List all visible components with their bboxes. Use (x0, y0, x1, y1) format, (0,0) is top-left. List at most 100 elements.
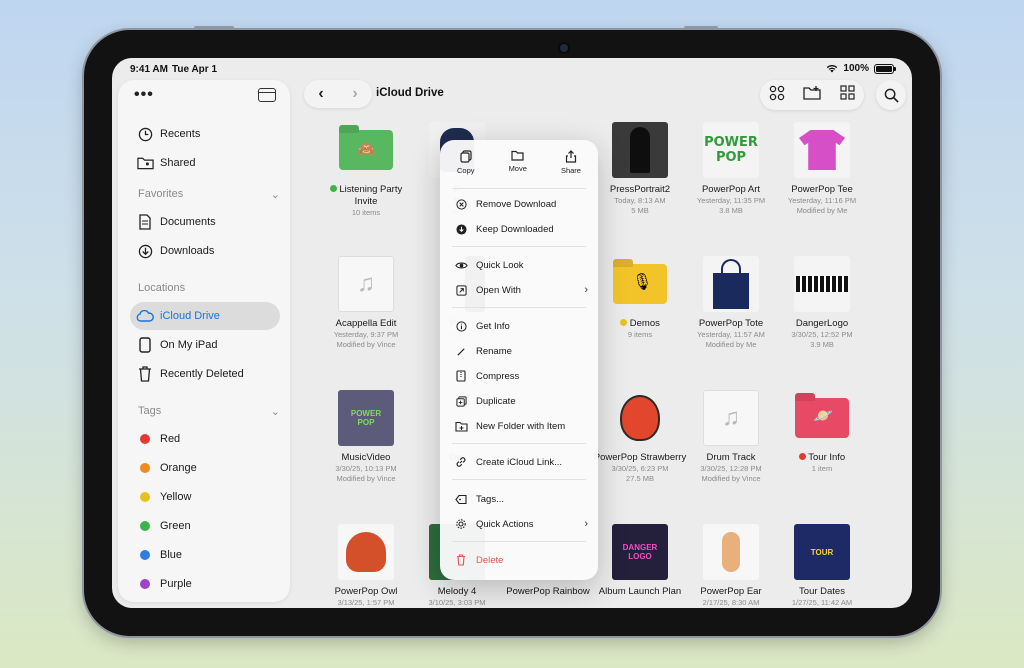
file-item[interactable]: 🎙 Demos 9 items (592, 256, 688, 340)
new-folder-icon[interactable] (803, 85, 822, 105)
file-item[interactable]: ♫ Drum Track 3/30/25, 12:28 PM Modified … (683, 390, 779, 484)
search-button[interactable] (876, 80, 906, 110)
owl-image (338, 524, 394, 580)
file-item[interactable]: ♫ Acappella Edit Yesterday, 9:37 PM Modi… (318, 256, 414, 350)
menu-item-quick-actions[interactable]: Quick Actions › (454, 514, 588, 534)
chevron-down-icon[interactable]: ⌄ (271, 405, 280, 418)
file-name: PowerPop Tee (791, 184, 853, 195)
eye-icon (454, 261, 468, 270)
sidebar-item-tag-red[interactable]: Red (130, 425, 280, 453)
file-item[interactable]: DANGER LOGO Album Launch Plan (592, 524, 688, 598)
locations-header[interactable]: Locations (138, 282, 280, 294)
menu-item-keep-downloaded[interactable]: Keep Downloaded (454, 219, 588, 239)
sidebar-item-label: Green (160, 520, 191, 532)
sidebar-item-tag-green[interactable]: Green (130, 512, 280, 540)
menu-item-remove-download[interactable]: Remove Download (454, 194, 588, 214)
file-meta: 3/13/25, 1:57 PM (337, 598, 395, 607)
music-video-image: POWER POP (338, 390, 394, 446)
file-name: Tour Dates (799, 586, 845, 597)
microphone-icon: 🎙 (632, 274, 653, 291)
sidebar-item-label: Recently Deleted (160, 368, 244, 380)
monkey-emoji-icon: 🙈 (357, 141, 376, 158)
cloud-icon (136, 307, 154, 325)
file-name: PowerPop Tote (698, 318, 764, 329)
file-item[interactable]: DangerLogo 3/30/25, 12:52 PM 3.9 MB (774, 256, 870, 350)
view-options-icon[interactable] (769, 85, 785, 106)
file-item[interactable]: PowerPop Strawberry 3/30/25, 6:23 PM 27.… (592, 390, 688, 484)
menu-item-tags[interactable]: Tags... (454, 489, 588, 509)
menu-item-new-folder-with-item[interactable]: New Folder with Item (454, 416, 588, 436)
file-name: PowerPop Owl (334, 586, 398, 597)
menu-item-open-with[interactable]: Open With › (454, 280, 588, 300)
file-item[interactable]: PressPortrait2 Today, 8:13 AM 5 MB (592, 122, 688, 216)
file-item[interactable]: 🪐 Tour Info 1 item (774, 390, 870, 474)
press-portrait-image (612, 122, 668, 178)
file-meta: Modified by Vince (336, 340, 396, 349)
menu-item-label: Get Info (476, 320, 510, 332)
sidebar-item-on-my-ipad[interactable]: On My iPad (130, 331, 280, 359)
file-meta: Modified by Vince (701, 474, 761, 483)
more-icon[interactable]: ••• (134, 86, 154, 104)
file-item[interactable]: POWER POP PowerPop Art Yesterday, 11:35 P… (683, 122, 779, 216)
menu-item-delete[interactable]: Delete (454, 550, 588, 570)
menu-item-quick-look[interactable]: Quick Look (454, 255, 588, 275)
forward-icon[interactable]: › (352, 85, 357, 103)
sidebar-item-icloud-drive[interactable]: iCloud Drive (130, 302, 280, 330)
back-icon[interactable]: ‹ (318, 85, 323, 103)
sidebar-item-tag-blue[interactable]: Blue (130, 541, 280, 569)
menu-item-label: New Folder with Item (476, 420, 566, 432)
copy-label: Copy (457, 166, 475, 175)
sidebar-item-label: Yellow (160, 491, 192, 503)
menu-divider (452, 307, 586, 308)
file-item[interactable]: PowerPop Tee Yesterday, 11:16 PM Modifie… (774, 122, 870, 216)
compress-icon (454, 370, 468, 382)
menu-item-rename[interactable]: Rename (454, 341, 588, 361)
menu-item-compress[interactable]: Compress (454, 366, 588, 386)
file-item[interactable]: PowerPop Ear 2/17/25, 8:30 AM (683, 524, 779, 608)
navigation-controls: ‹ › (304, 80, 372, 108)
sidebar-item-label: On My iPad (160, 339, 218, 351)
menu-item-label: Compress (476, 370, 520, 382)
file-item[interactable]: PowerPop Tote Yesterday, 11:57 AM Modifi… (683, 256, 779, 350)
file-name: MusicVideo (341, 452, 391, 463)
file-item[interactable]: TOUR Tour Dates 1/27/25, 11:42 AM (774, 524, 870, 608)
link-icon (454, 456, 468, 468)
file-item[interactable]: PowerPop Owl 3/13/25, 1:57 PM (318, 524, 414, 608)
file-name: Melody 4 (437, 586, 477, 597)
battery-percent: 100% (843, 63, 869, 74)
file-meta: 3/30/25, 10:13 PM (335, 464, 397, 473)
file-name: Tour Info (808, 452, 846, 463)
file-item[interactable]: 🙈 Listening Party Invite 10 items (318, 122, 414, 218)
sidebar-item-label: Documents (160, 216, 216, 228)
sidebar-item-recents[interactable]: Recents (130, 120, 280, 148)
favorites-header[interactable]: Favorites ⌄ (138, 188, 280, 201)
file-name: PowerPop Strawberry (593, 452, 687, 463)
tag-dot (329, 185, 337, 192)
move-button[interactable]: Move (509, 150, 527, 180)
file-meta: 3/30/25, 6:23 PM (611, 464, 669, 473)
chevron-down-icon[interactable]: ⌄ (271, 188, 280, 201)
grid-view-icon[interactable] (840, 85, 855, 105)
file-item[interactable]: POWER POP MusicVideo 3/30/25, 10:13 PM Mo… (318, 390, 414, 484)
sidebar-item-shared[interactable]: Shared (130, 149, 280, 177)
menu-item-duplicate[interactable]: Duplicate (454, 391, 588, 411)
tags-header[interactable]: Tags ⌄ (138, 405, 280, 418)
tag-icon (454, 494, 468, 505)
menu-item-get-info[interactable]: Get Info (454, 316, 588, 336)
sidebar-item-documents[interactable]: Documents (130, 208, 280, 236)
sidebar-item-tag-purple[interactable]: Purple (130, 570, 280, 598)
sidebar-item-tag-yellow[interactable]: Yellow (130, 483, 280, 511)
sidebar-toggle-icon[interactable] (258, 88, 276, 102)
sidebar-item-downloads[interactable]: Downloads (130, 237, 280, 265)
music-note-icon: ♫ (338, 256, 394, 312)
tag-dot (140, 434, 150, 444)
share-button[interactable]: Share (561, 150, 581, 180)
sidebar-item-tag-orange[interactable]: Orange (130, 454, 280, 482)
menu-item-create-icloud-link[interactable]: Create iCloud Link... (454, 452, 588, 472)
copy-button[interactable]: Copy (457, 150, 475, 180)
sidebar-item-recently-deleted[interactable]: Recently Deleted (130, 360, 280, 388)
powerpop-art-image: POWER POP (703, 122, 759, 178)
album-launch-image: DANGER LOGO (612, 524, 668, 580)
copy-icon (460, 150, 472, 163)
file-name: Demos (629, 318, 660, 329)
